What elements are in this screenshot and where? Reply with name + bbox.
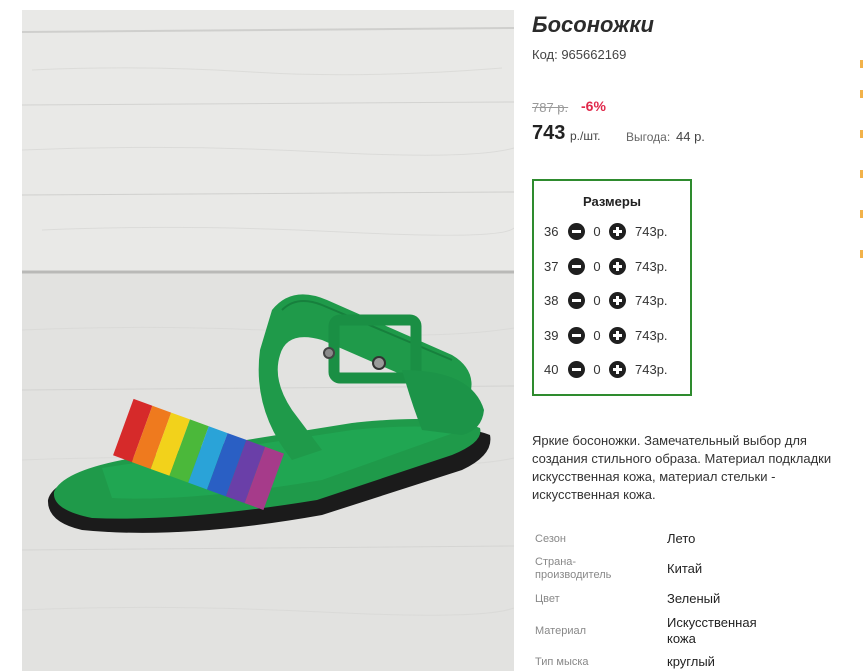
quantity-value[interactable]: 0 <box>585 328 609 343</box>
size-label: 39 <box>544 327 559 343</box>
spec-label-color: Цвет <box>535 593 560 605</box>
discount-badge: -6% <box>581 98 606 114</box>
increase-quantity-button[interactable] <box>609 360 626 378</box>
size-label: 37 <box>544 258 559 274</box>
old-price: 787 р. <box>532 100 569 115</box>
product-description: Яркие босоножки. Замечательный выбор для… <box>532 433 832 502</box>
savings-label: Выгода: <box>626 130 671 144</box>
current-price: 743 <box>532 122 566 144</box>
quantity-value[interactable]: 0 <box>585 293 609 308</box>
product-info: Босоножки Код: 965662169 787 р. -6% 743 … <box>532 0 863 671</box>
spec-value-material: Искусственная кожа <box>667 615 757 646</box>
spec-value-country: Китай <box>667 561 703 576</box>
size-price: 743р. <box>635 361 668 377</box>
savings-value: 44 р. <box>676 129 705 144</box>
decrease-quantity-button[interactable] <box>568 222 585 240</box>
sandal-illustration <box>22 10 514 671</box>
size-row: 40 0 743р. <box>544 359 668 379</box>
size-label: 40 <box>544 361 559 377</box>
spec-value-season: Лето <box>667 531 696 546</box>
spec-value-toe-type: круглый <box>667 654 715 669</box>
size-label: 38 <box>544 292 559 308</box>
size-price: 743р. <box>635 327 668 343</box>
size-row: 37 0 743р. <box>544 256 668 276</box>
spec-label-season: Сезон <box>535 533 566 545</box>
size-price: 743р. <box>635 292 668 308</box>
price-unit: р./шт. <box>570 129 601 143</box>
size-price: 743р. <box>635 258 668 274</box>
decrease-quantity-button[interactable] <box>568 360 585 378</box>
spec-label-country: Страна-производитель <box>535 556 612 581</box>
increase-quantity-button[interactable] <box>609 222 626 240</box>
increase-quantity-button[interactable] <box>609 291 626 309</box>
product-image[interactable] <box>22 10 514 671</box>
product-title: Босоножки <box>532 12 654 37</box>
size-row: 36 0 743р. <box>544 221 668 241</box>
size-row: 38 0 743р. <box>544 290 668 310</box>
spec-label-toe-type: Тип мыска <box>535 656 589 668</box>
sizes-title: Размеры <box>583 194 641 209</box>
product-code: Код: 965662169 <box>532 47 627 62</box>
decrease-quantity-button[interactable] <box>568 326 585 344</box>
decrease-quantity-button[interactable] <box>568 291 585 309</box>
decrease-quantity-button[interactable] <box>568 257 585 275</box>
size-label: 36 <box>544 223 559 239</box>
size-row: 39 0 743р. <box>544 325 668 345</box>
quantity-value[interactable]: 0 <box>585 362 609 377</box>
size-price: 743р. <box>635 223 668 239</box>
spec-value-color: Зеленый <box>667 591 721 606</box>
size-selector: Размеры 36 0 743р. 37 0 743р. 38 0 743р.… <box>532 179 692 396</box>
quantity-value[interactable]: 0 <box>585 259 609 274</box>
quantity-value[interactable]: 0 <box>585 224 609 239</box>
spec-label-material: Материал <box>535 625 586 637</box>
increase-quantity-button[interactable] <box>609 257 626 275</box>
increase-quantity-button[interactable] <box>609 326 626 344</box>
